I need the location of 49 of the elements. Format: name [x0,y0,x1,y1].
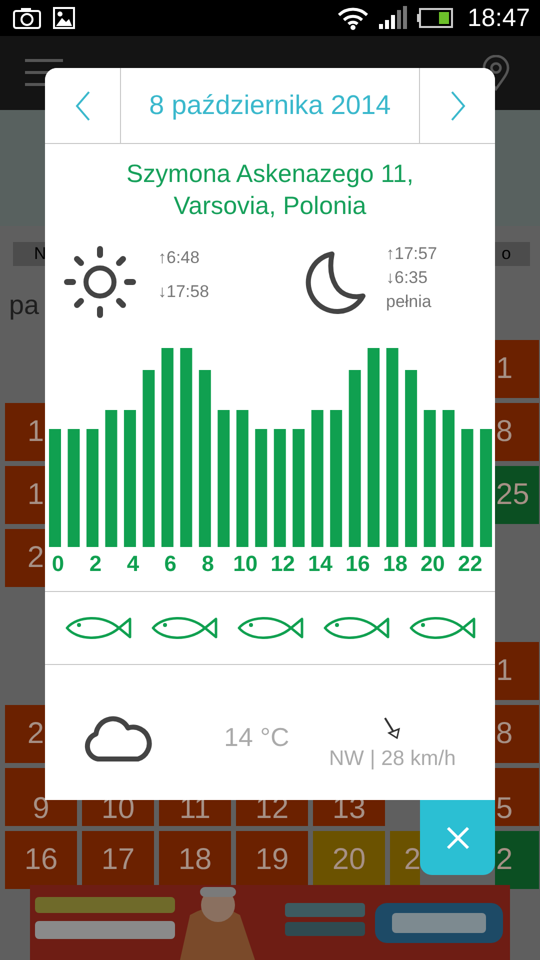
battery-icon [417,8,454,28]
image-icon [53,7,75,29]
address-line: Varsovia, Polonia [174,191,366,222]
hour-label: 18 [382,551,408,578]
hour-label: 20 [420,551,446,578]
calendar-day[interactable]: 2 [495,831,539,889]
hour-label: 12 [270,551,296,578]
hour-label: 10 [232,551,258,578]
cloud-icon [82,714,152,762]
hour-label: 22 [457,551,484,578]
sun-icon [64,246,136,318]
calendar-day[interactable]: 1 [5,403,45,461]
calendar-day[interactable]: 5 [495,768,539,826]
sunrise-time: ↑6:48 [158,248,201,268]
signal-icon [379,6,408,30]
hour-label: 4 [126,551,140,578]
address-line: Szymona Askenazego 11, [126,159,414,190]
clock-time: 18:47 [467,4,530,32]
wind-info: NW | 28 km/h [329,746,456,770]
camera-icon [13,7,41,29]
wifi-icon [337,6,370,30]
hour-label: 0 [50,551,66,578]
hour-label: 14 [307,551,334,578]
calendar-day[interactable]: 25 [495,466,539,524]
calendar-day[interactable]: 16 [5,831,77,889]
moon-phase: pełnia [386,292,432,312]
weekday-label: o [502,244,512,264]
calendar-day[interactable]: 2 [5,529,45,587]
chevron-right-icon [450,90,466,120]
hour-label: 8 [200,551,215,578]
hour-label: 16 [344,551,371,578]
weekday-label: N [33,244,46,264]
calendar-day[interactable]: 1 [495,340,539,398]
moonset-time: ↓6:35 [386,268,429,288]
wind-arrow-icon [383,716,402,738]
calendar-day[interactable]: 1 [5,466,45,524]
close-icon [446,826,470,850]
temperature: 14 °C [224,722,290,753]
calendar-day[interactable]: 8 [495,403,539,461]
calendar-day[interactable]: 1 [495,642,539,700]
calendar-day[interactable]: 8 [495,705,539,763]
calendar-day[interactable]: 2 [5,705,45,763]
hour-label: 2 [88,551,103,578]
moonrise-time: ↑17:57 [386,244,438,264]
close-button[interactable] [420,800,495,875]
month-label: pa [9,290,40,321]
chevron-left-icon [74,90,90,120]
sunset-time: ↓17:58 [158,282,210,302]
hour-label: 6 [163,551,178,578]
